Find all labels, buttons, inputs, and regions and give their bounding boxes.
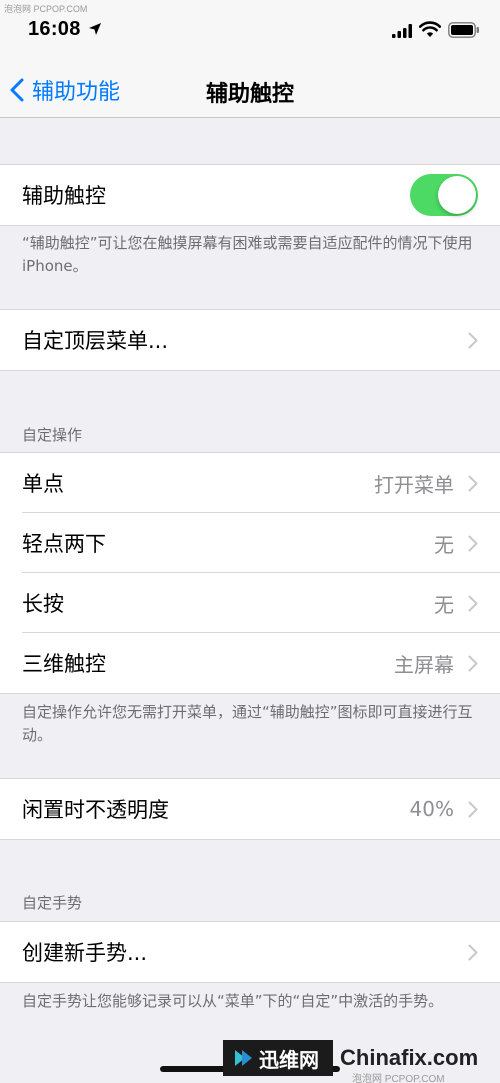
pcpop-watermark: 泡泡网 PCPOP.COM (352, 1074, 445, 1083)
chinafix-watermark: Chinafix.com (340, 1045, 479, 1070)
idle-opacity-row[interactable]: 闲置时不透明度 40% (0, 779, 500, 839)
row-label: 三维触控 (22, 652, 106, 676)
status-time: 16:08 (28, 18, 81, 40)
chevron-right-icon (468, 944, 478, 960)
assistive-touch-label: 辅助触控 (22, 184, 106, 208)
row-value: 无 (434, 592, 454, 617)
custom-gestures-header: 自定手势 (22, 894, 83, 912)
double-tap-row[interactable]: 轻点两下 无 (0, 513, 500, 573)
location-arrow-icon (89, 23, 101, 35)
create-new-gesture-row[interactable]: 创建新手势... (0, 922, 500, 982)
chevron-right-icon (468, 595, 478, 611)
single-tap-row[interactable]: 单点 打开菜单 (0, 453, 500, 513)
xunwei-text: 迅维网 (259, 1047, 319, 1072)
assistive-touch-group: 辅助触控 (0, 164, 500, 226)
watermark-text: 泡泡网 PCPOP.COM (4, 4, 88, 14)
xunwei-watermark-logo: 迅维网 (223, 1040, 333, 1076)
battery-icon (448, 22, 479, 38)
row-value: 无 (434, 532, 454, 557)
navigation-bar: 辅助功能 辅助触控 (0, 62, 500, 118)
row-value: 打开菜单 (374, 472, 454, 497)
wifi-icon (419, 21, 441, 37)
custom-actions-header: 自定操作 (22, 426, 83, 444)
cellular-signal-icon (392, 24, 412, 38)
idle-opacity-value: 40% (409, 797, 454, 821)
toggle-knob (438, 176, 476, 214)
long-press-row[interactable]: 长按 无 (0, 573, 500, 633)
custom-gestures-group: 创建新手势... (0, 921, 500, 983)
chevron-right-icon (468, 535, 478, 551)
status-bar: 泡泡网 PCPOP.COM 16:08 (0, 0, 500, 62)
chevron-right-icon (468, 655, 478, 671)
row-label: 轻点两下 (22, 532, 106, 556)
chevron-right-icon (468, 475, 478, 491)
assistive-touch-row: 辅助触控 (0, 165, 500, 225)
assistive-touch-footnote: “辅助触控”可让您在触摸屏幕有困难或需要自适应配件的情况下使用 iPhone。 (22, 234, 473, 275)
row-value: 主屏幕 (394, 652, 454, 677)
idle-opacity-label: 闲置时不透明度 (22, 798, 169, 822)
top-menu-group: 自定顶层菜单... (0, 309, 500, 371)
assistive-touch-toggle[interactable] (410, 174, 478, 216)
3d-touch-row[interactable]: 三维触控 主屏幕 (0, 633, 500, 693)
row-label: 长按 (22, 592, 64, 616)
chevron-right-icon (468, 801, 478, 817)
customize-top-menu-label: 自定顶层菜单... (22, 329, 169, 353)
logo-mark-icon (235, 1050, 252, 1066)
idle-opacity-group: 闲置时不透明度 40% (0, 778, 500, 840)
custom-actions-group: 单点 打开菜单 轻点两下 无 长按 无 三维触控 主屏幕 (0, 452, 500, 694)
customize-top-menu-row[interactable]: 自定顶层菜单... (0, 310, 500, 370)
custom-actions-footnote: 自定操作允许您无需打开菜单，通过“辅助触控”图标即可直接进行互动。 (22, 703, 473, 744)
chevron-right-icon (468, 332, 478, 348)
create-new-gesture-label: 创建新手势... (22, 941, 148, 965)
custom-gestures-footnote: 自定手势让您能够记录可以从“菜单”下的“自定”中激活的手势。 (22, 992, 444, 1010)
row-label: 单点 (22, 472, 64, 496)
page-title: 辅助触控 (205, 82, 294, 107)
